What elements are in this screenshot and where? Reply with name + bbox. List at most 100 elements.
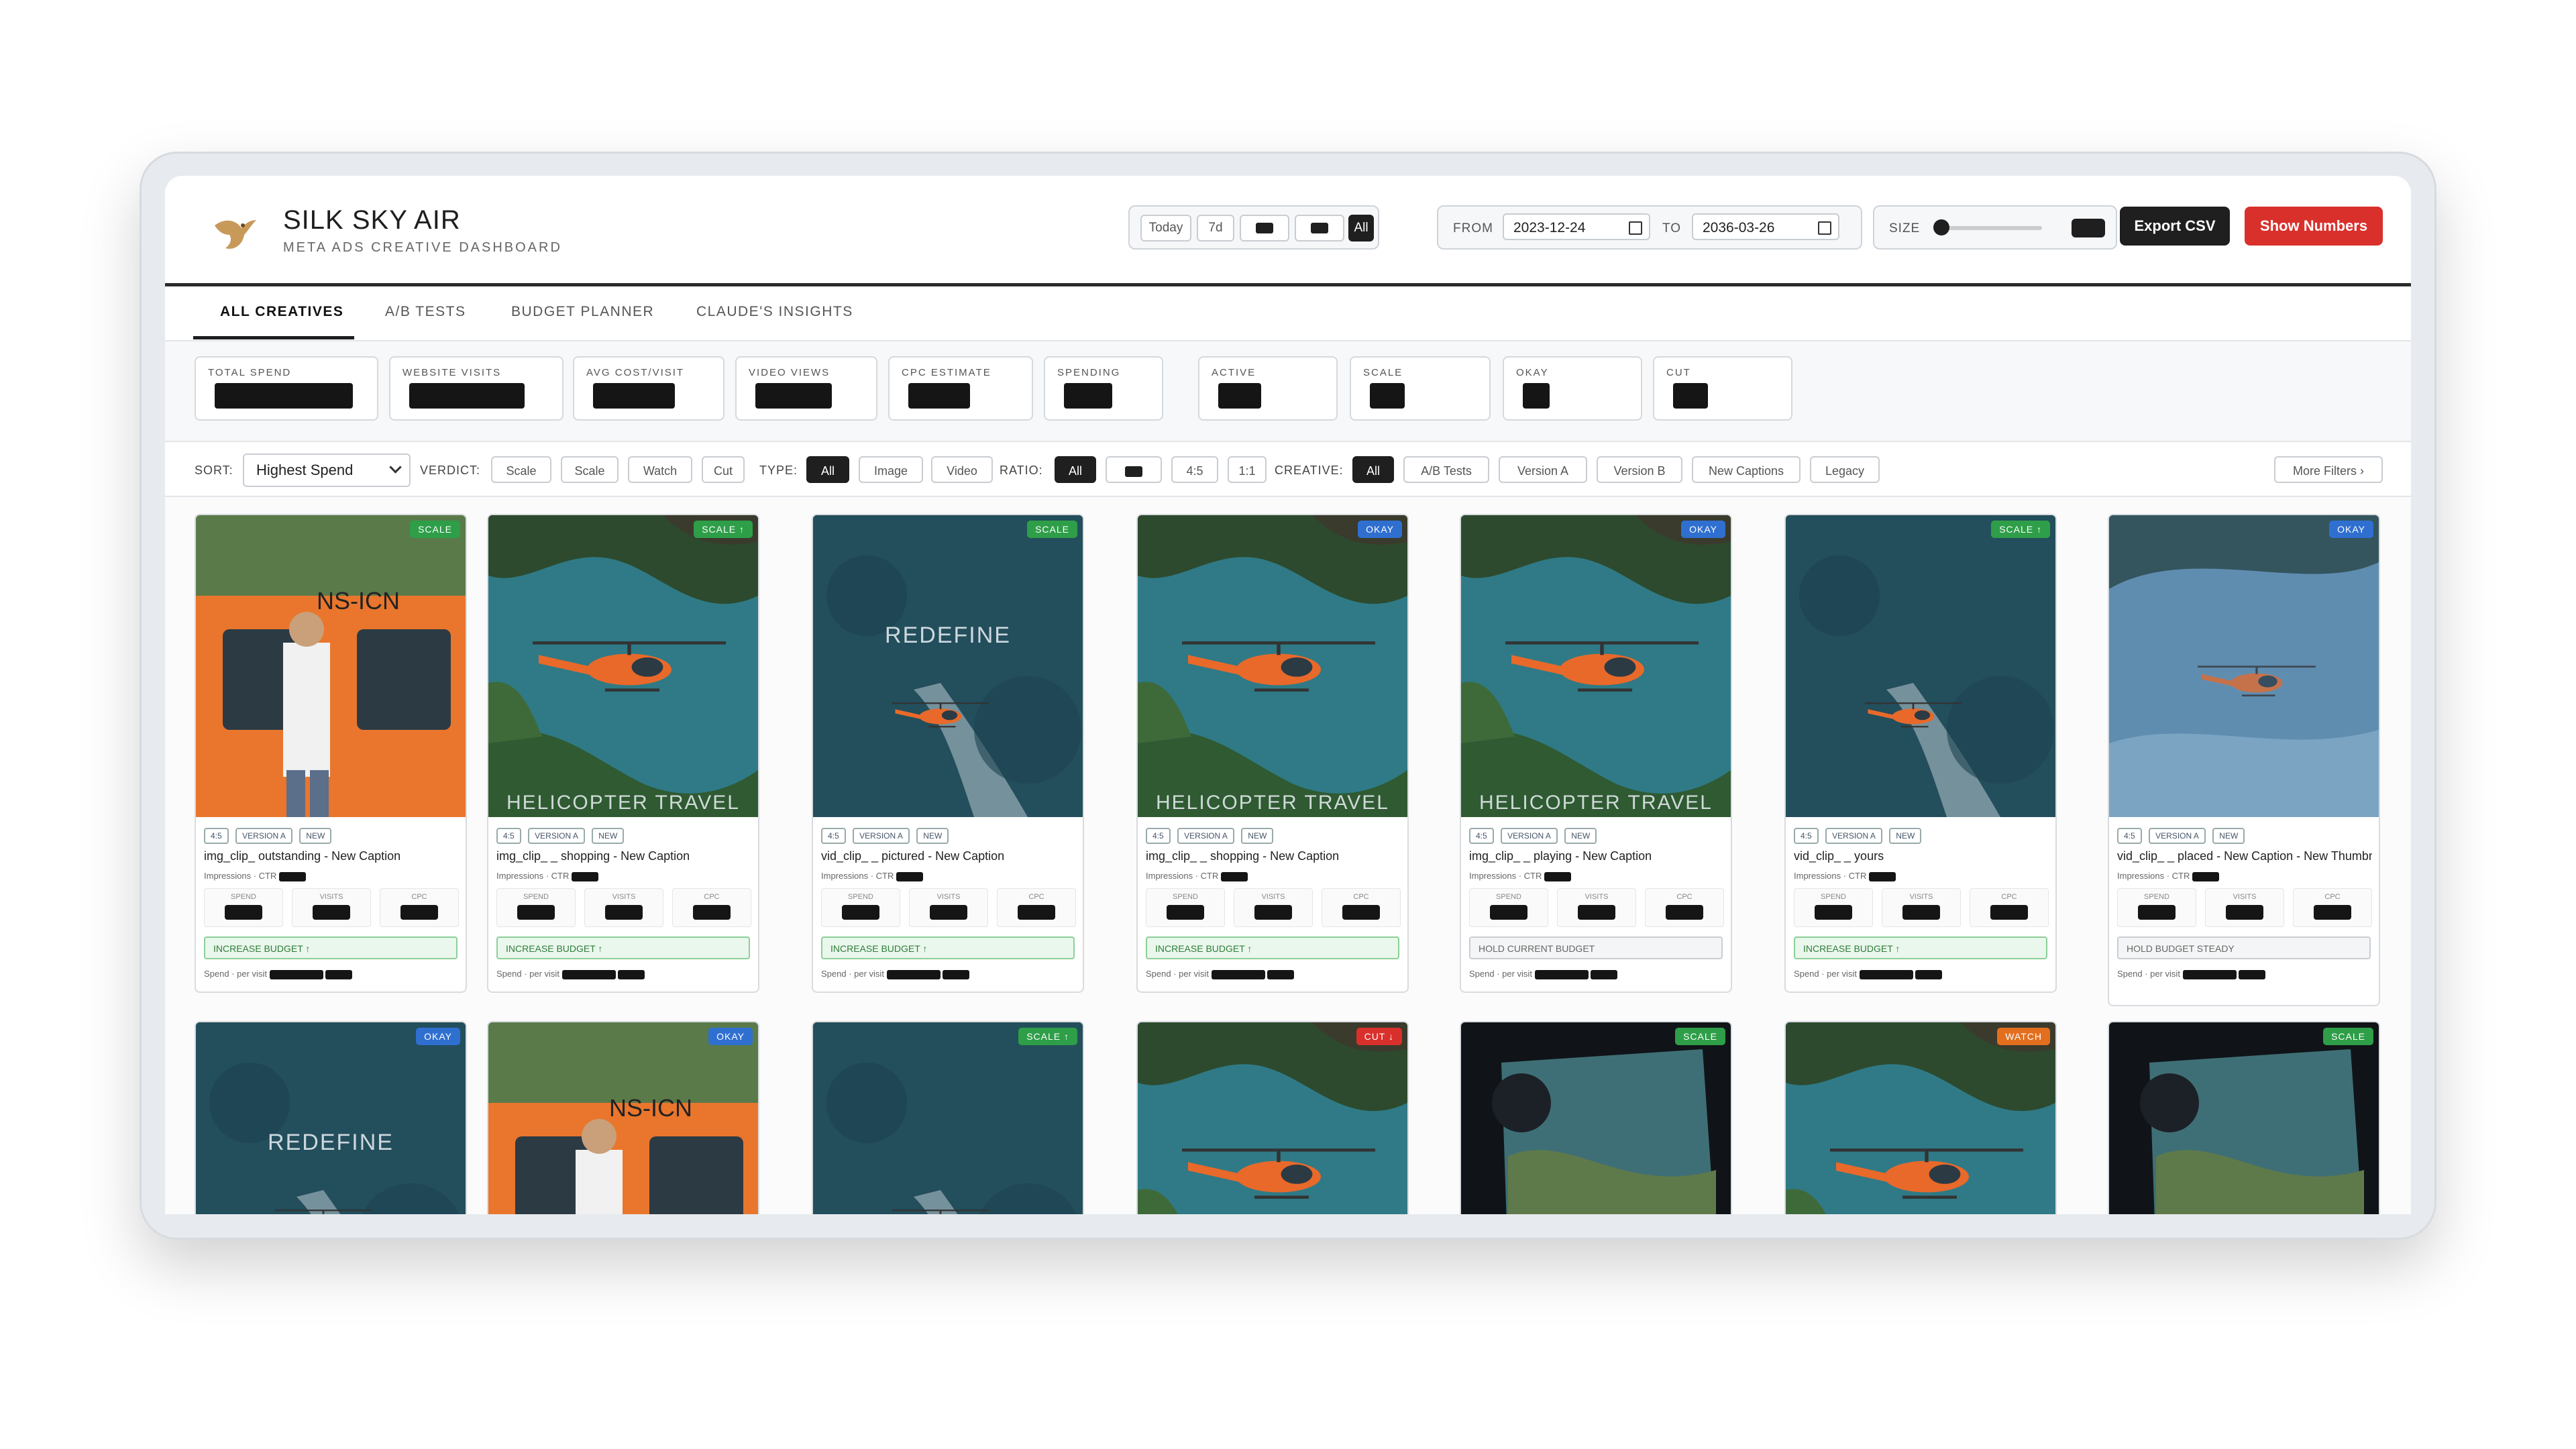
creative-card[interactable]: HELICOPTER TRAVEL OKAY 4:5 VERSION A NEW… (1136, 514, 1409, 993)
verdict-scale-filter[interactable]: Scale (561, 456, 619, 483)
range-7d-button[interactable]: 7d (1197, 215, 1234, 241)
tab-all-creatives[interactable]: ALL CREATIVES (220, 304, 343, 320)
creative-card[interactable]: REDEFINE SCALE 4:5 VERSION A NEW vid_cli… (812, 514, 1084, 993)
creative-thumbnail[interactable]: WATCH (1786, 1022, 2055, 1214)
creative-card[interactable]: REDEFINE OKAY (195, 1021, 467, 1214)
creative-all-filter[interactable]: All (1352, 456, 1394, 483)
tag-row: 4:5 VERSION A NEW (1469, 828, 1601, 844)
creative-thumbnail[interactable]: REDEFINE SCALE (813, 515, 1083, 817)
brand-subtitle: META ADS CREATIVE DASHBOARD (283, 240, 562, 255)
tag-row: 4:5 VERSION A NEW (1794, 828, 1925, 844)
creative-card[interactable]: WATCH (1784, 1021, 2057, 1214)
creative-thumbnail[interactable]: REDEFINE OKAY (196, 1022, 466, 1214)
metric-value (400, 905, 438, 920)
creative-meta: Impressions · CTR (1794, 871, 1896, 881)
creative-thumbnail[interactable]: CUT ↓ (1138, 1022, 1407, 1214)
creative-thumbnail[interactable]: NS-ICN SCALE (196, 515, 466, 817)
range-30d-button[interactable] (1240, 215, 1289, 241)
creative-thumbnail[interactable]: HELICOPTER TRAVEL OKAY (1461, 515, 1731, 817)
type-all-filter[interactable]: All (806, 456, 849, 483)
size-slider[interactable] (1935, 226, 2042, 230)
verdict-watch-filter[interactable]: Watch (628, 456, 692, 483)
ratio-4x5-filter[interactable]: 4:5 (1171, 456, 1218, 483)
tab-claudes-insights[interactable]: CLAUDE'S INSIGHTS (696, 304, 853, 320)
creative-thumbnail[interactable]: OKAY (2109, 515, 2379, 817)
creative-card[interactable]: HELICOPTER TRAVEL SCALE ↑ 4:5 VERSION A … (487, 514, 759, 993)
metric-row: SPEND VISITS CPC (1794, 888, 2049, 927)
creative-thumbnail-image (1138, 1022, 1407, 1214)
show-numbers-button[interactable]: Show Numbers (2245, 207, 2383, 246)
stat-card: TOTAL SPEND (195, 356, 378, 421)
creative-card[interactable]: NS-ICN OKAY (487, 1021, 759, 1214)
ratio-all-filter[interactable]: All (1055, 456, 1096, 483)
status-badge: OKAY (1681, 521, 1725, 538)
status-badge: SCALE ↑ (1018, 1028, 1077, 1045)
tag: 4:5 (1146, 828, 1171, 844)
creative-card[interactable]: NS-ICN SCALE 4:5 VERSION A NEW img_clip_… (195, 514, 467, 993)
type-image-filter[interactable]: Image (859, 456, 923, 483)
creative-card[interactable]: CUT ↓ (1136, 1021, 1409, 1214)
verdict-banner: HOLD BUDGET STEADY (2117, 936, 2371, 959)
size-slider-knob[interactable] (1933, 219, 1949, 235)
size-group: SIZE (1873, 205, 2117, 250)
creative-thumbnail[interactable]: HELICOPTER TRAVEL OKAY (1138, 515, 1407, 817)
to-date-value: 2036-03-26 (1703, 220, 1775, 235)
creative-thumbnail[interactable]: SCALE ↑ (813, 1022, 1083, 1214)
creative-card[interactable]: OKAY 4:5 VERSION A NEW vid_clip_ _ place… (2108, 514, 2380, 1006)
ratio-9x16-filter[interactable] (1106, 456, 1162, 483)
tab-ab-tests[interactable]: A/B TESTS (385, 304, 466, 320)
creative-label: CREATIVE: (1275, 464, 1344, 477)
metric-row: SPEND VISITS CPC (1146, 888, 1401, 927)
creative-thumbnail-image (1786, 1022, 2055, 1214)
creative-ab-tests-filter[interactable]: A/B Tests (1403, 456, 1489, 483)
range-90d-button[interactable] (1295, 215, 1344, 241)
status-badge: WATCH (1997, 1028, 2050, 1045)
more-filters-button[interactable]: More Filters › (2274, 456, 2383, 483)
filter-bar: SORT: Highest Spend VERDICT: Scale Scale… (165, 442, 2411, 497)
creative-thumbnail-image (1138, 515, 1407, 817)
stat-card: CPC ESTIMATE (888, 356, 1033, 421)
creative-thumbnail-image (1786, 515, 2055, 817)
metric-value (225, 905, 262, 920)
creative-version-b-filter[interactable]: Version B (1597, 456, 1682, 483)
creative-thumbnail-image (196, 1022, 466, 1214)
stat-value (215, 383, 353, 409)
verdict-scale-filter[interactable]: Scale (491, 456, 551, 483)
creative-version-a-filter[interactable]: Version A (1499, 456, 1587, 483)
creative-thumbnail[interactable]: HELICOPTER TRAVEL SCALE ↑ (488, 515, 758, 817)
verdict-banner: INCREASE BUDGET ↑ (496, 936, 750, 959)
verdict-cut-filter[interactable]: Cut (702, 456, 745, 483)
range-all-button[interactable]: All (1348, 215, 1374, 241)
creative-overlay-text: REDEFINE (268, 1130, 394, 1155)
creative-card[interactable]: SCALE (2108, 1021, 2380, 1214)
range-today-button[interactable]: Today (1140, 215, 1191, 241)
creative-overlay-text: HELICOPTER TRAVEL (1156, 792, 1389, 814)
creative-thumbnail[interactable]: SCALE (2109, 1022, 2379, 1214)
creative-name: img_clip_ _ shopping - New Caption (1146, 849, 1340, 863)
creative-name: img_clip_ _ playing - New Caption (1469, 849, 1652, 863)
stat-card: AVG COST/VISIT (573, 356, 724, 421)
creative-thumbnail[interactable]: NS-ICN OKAY (488, 1022, 758, 1214)
metric-row: SPEND VISITS CPC (2117, 888, 2372, 927)
creative-legacy-filter[interactable]: Legacy (1810, 456, 1880, 483)
size-value (2072, 219, 2105, 237)
tag-row: 4:5 VERSION A NEW (204, 828, 335, 844)
export-csv-button[interactable]: Export CSV (2120, 207, 2230, 246)
type-video-filter[interactable]: Video (931, 456, 993, 483)
creative-thumbnail[interactable]: SCALE ↑ (1786, 515, 2055, 817)
sort-select[interactable]: Highest Spend (243, 453, 411, 487)
creative-card[interactable]: SCALE ↑ 4:5 VERSION A NEW vid_clip_ _ yo… (1784, 514, 2057, 993)
from-date-input[interactable]: 2023-12-24 (1503, 213, 1650, 240)
tab-budget-planner[interactable]: BUDGET PLANNER (511, 304, 654, 320)
creative-thumbnail-image (2109, 1022, 2379, 1214)
metric-value (1990, 905, 2028, 920)
tag: NEW (592, 828, 625, 844)
creative-card[interactable]: HELICOPTER TRAVEL OKAY 4:5 VERSION A NEW… (1460, 514, 1732, 993)
svg-text:NS-ICN: NS-ICN (317, 587, 400, 614)
creative-thumbnail[interactable]: SCALE (1461, 1022, 1731, 1214)
creative-new-captions-filter[interactable]: New Captions (1692, 456, 1801, 483)
creative-card[interactable]: SCALE ↑ (812, 1021, 1084, 1214)
ratio-1x1-filter[interactable]: 1:1 (1228, 456, 1267, 483)
to-date-input[interactable]: 2036-03-26 (1692, 213, 1839, 240)
creative-card[interactable]: SCALE (1460, 1021, 1732, 1214)
